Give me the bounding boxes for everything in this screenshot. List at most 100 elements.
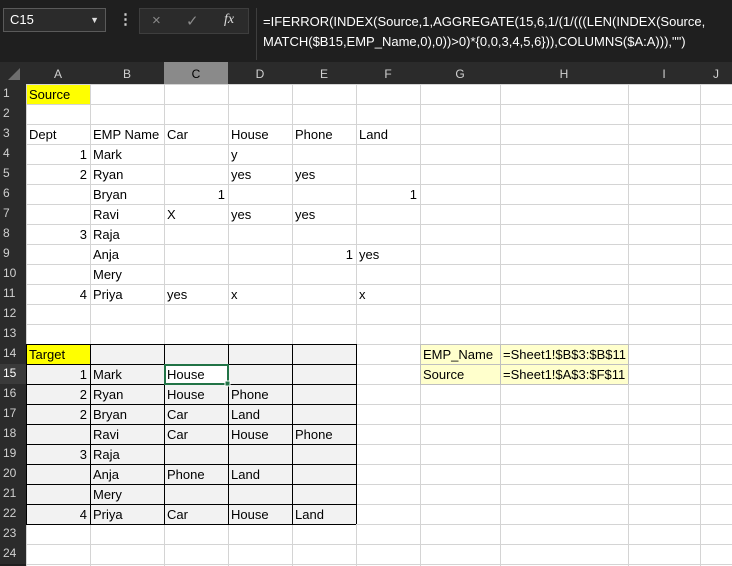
cell-d5[interactable]: yes	[231, 165, 251, 185]
column-header-g[interactable]: G	[420, 62, 500, 84]
cell-c20[interactable]: Phone	[167, 465, 205, 485]
cell-b19[interactable]: Raja	[93, 445, 120, 465]
cell-d11[interactable]: x	[231, 285, 238, 305]
row-header-20[interactable]: 20	[0, 464, 26, 484]
row-header-14[interactable]: 14	[0, 344, 26, 364]
row-header-9[interactable]: 9	[0, 244, 26, 264]
cell-b17[interactable]: Bryan	[93, 405, 127, 425]
row-header-10[interactable]: 10	[0, 264, 26, 284]
cell-c11[interactable]: yes	[167, 285, 187, 305]
cell-a8[interactable]: 3	[26, 225, 87, 245]
cell-a11[interactable]: 4	[26, 285, 87, 305]
row-header-13[interactable]: 13	[0, 324, 26, 344]
cell-d16[interactable]: Phone	[231, 385, 269, 405]
formula-input[interactable]: =IFERROR(INDEX(Source,1,AGGREGATE(15,6,1…	[256, 8, 732, 60]
cell-d4[interactable]: y	[231, 145, 238, 165]
cell-d3[interactable]: House	[231, 125, 269, 145]
cell-b10[interactable]: Mery	[93, 265, 122, 285]
more-options-icon[interactable]: ⋮	[118, 11, 133, 29]
cell-a1[interactable]: Source	[29, 85, 70, 105]
cell-c17[interactable]: Car	[167, 405, 188, 425]
row-header-16[interactable]: 16	[0, 384, 26, 404]
cell-f3[interactable]: Land	[359, 125, 388, 145]
cell-b18[interactable]: Ravi	[93, 425, 119, 445]
cell-c15[interactable]: House	[167, 365, 205, 385]
row-header-12[interactable]: 12	[0, 304, 26, 324]
cell-e9[interactable]: 1	[292, 245, 353, 265]
cell-b16[interactable]: Ryan	[93, 385, 123, 405]
cell-a17[interactable]: 2	[26, 405, 87, 425]
row-header-4[interactable]: 4	[0, 144, 26, 164]
cell-b7[interactable]: Ravi	[93, 205, 119, 225]
cell-e18[interactable]: Phone	[295, 425, 333, 445]
chevron-down-icon[interactable]: ▼	[90, 9, 99, 31]
cell-b20[interactable]: Anja	[93, 465, 119, 485]
cell-c3[interactable]: Car	[167, 125, 188, 145]
row-header-5[interactable]: 5	[0, 164, 26, 184]
row-header-22[interactable]: 22	[0, 504, 26, 524]
column-header-a[interactable]: A	[26, 62, 90, 84]
row-header-23[interactable]: 23	[0, 524, 26, 544]
select-all-corner[interactable]	[0, 62, 26, 84]
cell-d7[interactable]: yes	[231, 205, 251, 225]
cell-b3[interactable]: EMP Name	[93, 125, 159, 145]
cell-b11[interactable]: Priya	[93, 285, 123, 305]
cell-h14[interactable]: =Sheet1!$B$3:$B$11	[503, 345, 626, 365]
column-header-h[interactable]: H	[500, 62, 628, 84]
cell-c7[interactable]: X	[167, 205, 176, 225]
cell-a19[interactable]: 3	[26, 445, 87, 465]
cell-a14[interactable]: Target	[29, 345, 65, 365]
cell-b21[interactable]: Mery	[93, 485, 122, 505]
row-header-17[interactable]: 17	[0, 404, 26, 424]
cell-f9[interactable]: yes	[359, 245, 379, 265]
column-header-c[interactable]: C	[164, 62, 228, 84]
column-header-i[interactable]: I	[628, 62, 700, 84]
row-header-24[interactable]: 24	[0, 544, 26, 564]
row-header-1[interactable]: 1	[0, 84, 26, 104]
cancel-icon[interactable]: ×	[152, 12, 161, 29]
row-header-18[interactable]: 18	[0, 424, 26, 444]
cell-a16[interactable]: 2	[26, 385, 87, 405]
row-header-11[interactable]: 11	[0, 284, 26, 304]
cell-a3[interactable]: Dept	[29, 125, 56, 145]
column-header-d[interactable]: D	[228, 62, 292, 84]
cell-e3[interactable]: Phone	[295, 125, 333, 145]
cell-h15[interactable]: =Sheet1!$A$3:$F$11	[503, 365, 625, 385]
cell-b22[interactable]: Priya	[93, 505, 123, 525]
cell-d18[interactable]: House	[231, 425, 269, 445]
column-header-f[interactable]: F	[356, 62, 420, 84]
cell-d22[interactable]: House	[231, 505, 269, 525]
cell-a15[interactable]: 1	[26, 365, 87, 385]
cell-e7[interactable]: yes	[295, 205, 315, 225]
cell-b6[interactable]: Bryan	[93, 185, 127, 205]
row-header-3[interactable]: 3	[0, 124, 26, 144]
column-header-b[interactable]: B	[90, 62, 164, 84]
row-header-7[interactable]: 7	[0, 204, 26, 224]
row-header-2[interactable]: 2	[0, 104, 26, 124]
row-header-19[interactable]: 19	[0, 444, 26, 464]
cell-a22[interactable]: 4	[26, 505, 87, 525]
row-header-15[interactable]: 15	[0, 364, 26, 384]
cell-b8[interactable]: Raja	[93, 225, 120, 245]
cell-d20[interactable]: Land	[231, 465, 260, 485]
cell-b15[interactable]: Mark	[93, 365, 122, 385]
cell-a5[interactable]: 2	[26, 165, 87, 185]
cell-g15[interactable]: Source	[423, 365, 464, 385]
cell-d17[interactable]: Land	[231, 405, 260, 425]
cell-e5[interactable]: yes	[295, 165, 315, 185]
cell-g14[interactable]: EMP_Name	[423, 345, 493, 365]
column-header-e[interactable]: E	[292, 62, 356, 84]
cell-b5[interactable]: Ryan	[93, 165, 123, 185]
cell-f6[interactable]: 1	[356, 185, 417, 205]
cell-f11[interactable]: x	[359, 285, 366, 305]
cell-b9[interactable]: Anja	[93, 245, 119, 265]
row-header-21[interactable]: 21	[0, 484, 26, 504]
insert-function-icon[interactable]: fx	[224, 12, 234, 28]
cell-b4[interactable]: Mark	[93, 145, 122, 165]
row-header-6[interactable]: 6	[0, 184, 26, 204]
enter-icon[interactable]: ✓	[186, 12, 199, 30]
cell-c16[interactable]: House	[167, 385, 205, 405]
fill-handle[interactable]	[224, 380, 231, 387]
cell-e22[interactable]: Land	[295, 505, 324, 525]
cell-a4[interactable]: 1	[26, 145, 87, 165]
